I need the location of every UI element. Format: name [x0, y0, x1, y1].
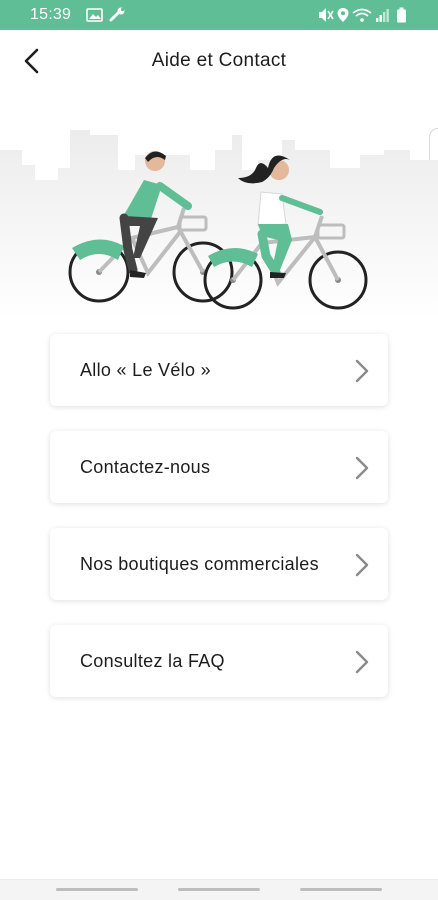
system-nav-bar [0, 879, 438, 900]
status-left-icons [86, 7, 130, 28]
menu-item-allo-le-velo[interactable]: Allo « Le Vélo » [50, 334, 388, 406]
menu-item-label: Nos boutiques commerciales [80, 554, 319, 574]
menu-item-contactez-nous[interactable]: Contactez-nous [50, 431, 388, 503]
menu-item-label: Contactez-nous [80, 457, 211, 477]
image-icon [86, 8, 103, 22]
menu-item-nos-boutiques[interactable]: Nos boutiques commerciales [50, 528, 388, 600]
hero-illustration [0, 120, 438, 320]
battery-icon [397, 7, 406, 23]
chevron-right-icon [355, 359, 369, 383]
wrench-icon [109, 7, 125, 22]
chevron-right-icon [355, 553, 369, 577]
city-skyline [0, 130, 438, 320]
recent-apps-button[interactable] [56, 888, 138, 891]
status-bar: 15:39 [0, 0, 438, 30]
location-icon [337, 8, 349, 22]
menu-item-label: Consultez la FAQ [80, 651, 225, 671]
back-nav-button[interactable] [300, 888, 382, 891]
menu-item-label: Allo « Le Vélo » [80, 360, 211, 380]
wifi-icon [352, 8, 372, 22]
app-header: Aide et Contact [0, 30, 438, 94]
status-time: 15:39 [30, 6, 72, 23]
mute-icon [319, 8, 334, 22]
signal-icon [376, 9, 389, 22]
help-menu-list: Allo « Le Vélo » Contactez-nous Nos bout… [50, 334, 388, 722]
chevron-right-icon [355, 650, 369, 674]
status-right-icons [318, 7, 410, 28]
menu-item-faq[interactable]: Consultez la FAQ [50, 625, 388, 697]
home-button[interactable] [178, 888, 260, 891]
page-title: Aide et Contact [151, 50, 287, 71]
chevron-right-icon [355, 456, 369, 480]
